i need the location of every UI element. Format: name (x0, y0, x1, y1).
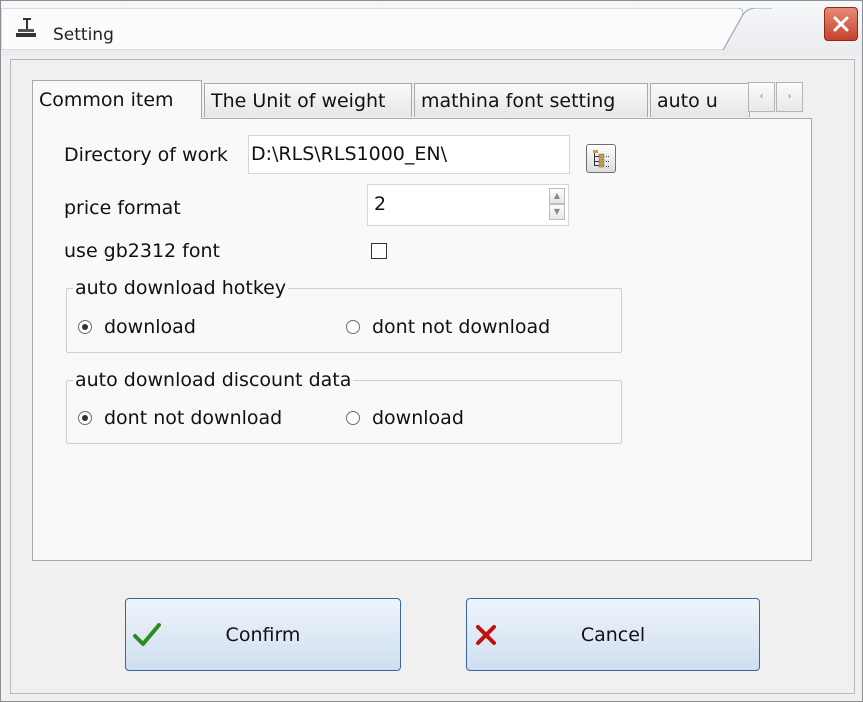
stepper-down-button[interactable]: ▼ (549, 204, 565, 220)
radio-label: download (372, 407, 464, 429)
discount-group-legend: auto download discount data (73, 368, 354, 392)
tab-scroll-left-button[interactable]: ‹ (748, 82, 775, 112)
hotkey-not-download-radio[interactable]: dont not download (346, 316, 586, 338)
cancel-label: Cancel (580, 624, 646, 646)
price-format-value: 2 (374, 193, 387, 215)
discount-download-radio[interactable]: download (346, 407, 506, 429)
close-button[interactable] (824, 7, 858, 41)
close-icon (833, 16, 849, 32)
confirm-label: Confirm (225, 624, 301, 646)
radio-dot (78, 320, 92, 334)
price-format-label: price format (64, 197, 181, 219)
radio-dot (78, 411, 92, 425)
discount-group: auto download discount data dont not dow… (66, 368, 622, 444)
radio-label: dont not download (104, 407, 283, 429)
radio-dot (346, 411, 360, 425)
tab-scroll-right-button[interactable]: › (776, 82, 803, 112)
radio-dot (346, 320, 360, 334)
cancel-button[interactable]: Cancel (466, 598, 760, 671)
dialog-body: Common item The Unit of weight mathina f… (10, 59, 855, 694)
gb2312-label: use gb2312 font (64, 240, 220, 262)
hotkey-group: auto download hotkey download dont not d… (66, 276, 622, 353)
setting-window: Setting Common item The Unit of weight m… (0, 0, 863, 702)
discount-not-download-radio[interactable]: dont not download (78, 407, 318, 429)
stepper-up-button[interactable]: ▲ (549, 188, 565, 204)
directory-input[interactable]: D:\RLS\RLS1000_EN\ (248, 135, 570, 174)
title-bar[interactable]: Setting (1, 1, 862, 56)
common-item-panel: Directory of work D:\RLS\RLS1000_EN\ pri… (32, 118, 812, 561)
confirm-button[interactable]: Confirm (125, 598, 401, 671)
price-format-stepper[interactable]: 2 ▲ ▼ (367, 184, 569, 226)
browse-button[interactable] (586, 144, 616, 173)
gb2312-checkbox[interactable] (371, 243, 387, 259)
hotkey-download-radio[interactable]: download (78, 316, 238, 338)
window-title: Setting (53, 25, 114, 45)
tab-font-setting[interactable]: mathina font setting (414, 83, 648, 117)
directory-label: Directory of work (64, 144, 228, 166)
hotkey-group-legend: auto download hotkey (73, 276, 289, 300)
folder-tree-icon (593, 150, 609, 168)
tab-strip: Common item The Unit of weight mathina f… (32, 80, 803, 119)
scale-icon (15, 17, 37, 39)
stepper-buttons: ▲ ▼ (549, 188, 565, 222)
tab-unit-of-weight[interactable]: The Unit of weight (204, 83, 412, 117)
tab-common-item[interactable]: Common item (32, 80, 202, 119)
tab-scroll-buttons: ‹ › (748, 82, 804, 114)
title-tab (1, 8, 772, 50)
tab-auto[interactable]: auto u (650, 83, 750, 117)
radio-label: download (104, 316, 196, 338)
radio-label: dont not download (372, 316, 551, 338)
